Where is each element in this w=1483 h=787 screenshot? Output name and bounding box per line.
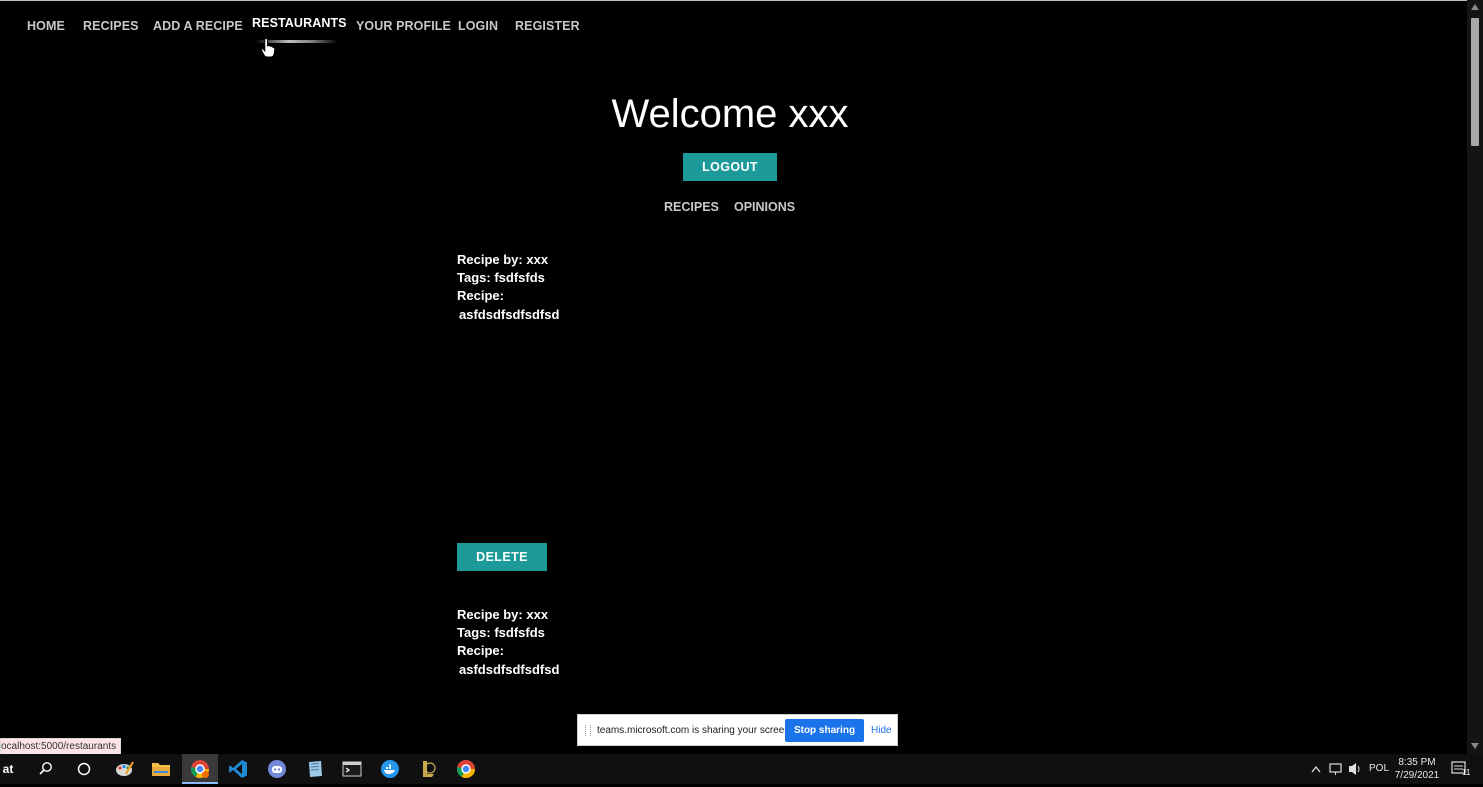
- notes-icon[interactable]: [304, 758, 326, 780]
- volume-icon[interactable]: [1347, 754, 1363, 784]
- nav-login[interactable]: LOGIN: [458, 19, 498, 33]
- clock-date: 7/29/2021: [1394, 770, 1440, 781]
- tab-recipes[interactable]: RECIPES: [664, 200, 719, 214]
- nav-your-profile[interactable]: YOUR PROFILE: [356, 19, 451, 33]
- league-icon[interactable]: [417, 758, 439, 780]
- docker-icon[interactable]: [379, 758, 401, 780]
- start-button[interactable]: at: [0, 758, 16, 780]
- scroll-up-arrow-icon[interactable]: [1471, 4, 1479, 10]
- windows-taskbar: at POL 8:35 PM 7/29/2021 11: [0, 754, 1483, 784]
- recipe-author: Recipe by: xxx: [457, 252, 549, 267]
- scroll-thumb[interactable]: [1471, 18, 1479, 146]
- stop-sharing-button[interactable]: Stop sharing: [785, 719, 864, 742]
- screen-share-bar: teams.microsoft.com is sharing your scre…: [577, 714, 898, 746]
- nav-add-recipe[interactable]: ADD A RECIPE: [153, 19, 243, 33]
- search-icon[interactable]: [35, 758, 57, 780]
- window-top-border: [0, 0, 1483, 1]
- network-icon[interactable]: [1328, 754, 1344, 784]
- recipe-card: Recipe by: xxx Tags: fsdfsfds Recipe: as…: [457, 606, 559, 679]
- tab-opinions[interactable]: OPINIONS: [734, 200, 795, 214]
- language-indicator[interactable]: POL: [1369, 763, 1389, 774]
- share-message: teams.microsoft.com is sharing your scre…: [597, 725, 793, 736]
- notification-center-icon[interactable]: 11: [1450, 754, 1474, 784]
- page-title: Welcome xxx: [611, 92, 849, 136]
- chevron-up-icon[interactable]: [1310, 754, 1324, 784]
- logout-button[interactable]: LOGOUT: [683, 153, 777, 181]
- nav-home[interactable]: HOME: [27, 19, 65, 33]
- discord-icon[interactable]: [266, 758, 288, 780]
- system-clock[interactable]: 8:35 PM 7/29/2021: [1392, 756, 1442, 782]
- paint-icon[interactable]: [113, 758, 135, 780]
- clock-time: 8:35 PM: [1398, 757, 1436, 768]
- nav-recipes[interactable]: RECIPES: [83, 19, 139, 33]
- vscode-icon[interactable]: [227, 758, 249, 780]
- nav-register[interactable]: REGISTER: [515, 19, 580, 33]
- hand-cursor-icon: [261, 38, 275, 58]
- recipe-tags: Tags: fsdfsfds: [457, 625, 545, 640]
- recipe-author: Recipe by: xxx: [457, 607, 549, 622]
- recipe-label: Recipe:: [457, 643, 504, 658]
- file-explorer-icon[interactable]: [150, 758, 172, 780]
- recipe-body: asfdsdfsdfsdfsd: [459, 662, 560, 677]
- delete-recipe-button[interactable]: DELETE: [457, 543, 547, 571]
- scroll-down-arrow-icon[interactable]: [1471, 743, 1479, 749]
- terminal-icon[interactable]: [341, 758, 363, 780]
- chrome-icon[interactable]: [455, 758, 477, 780]
- nav-restaurants[interactable]: RESTAURANTS: [252, 16, 347, 30]
- page-scrollbar[interactable]: [1467, 0, 1483, 754]
- chrome-profile-icon[interactable]: [189, 758, 211, 780]
- notification-count: 11: [1462, 768, 1471, 777]
- recipe-body: asfdsdfsdfsdfsd: [459, 307, 560, 322]
- recipe-tags: Tags: fsdfsfds: [457, 270, 545, 285]
- recipe-label: Recipe:: [457, 288, 504, 303]
- drag-handle-icon[interactable]: [585, 725, 591, 736]
- hide-share-bar-link[interactable]: Hide: [871, 725, 892, 736]
- task-view-icon[interactable]: [73, 758, 95, 780]
- recipe-card: Recipe by: xxx Tags: fsdfsfds Recipe: as…: [457, 251, 559, 324]
